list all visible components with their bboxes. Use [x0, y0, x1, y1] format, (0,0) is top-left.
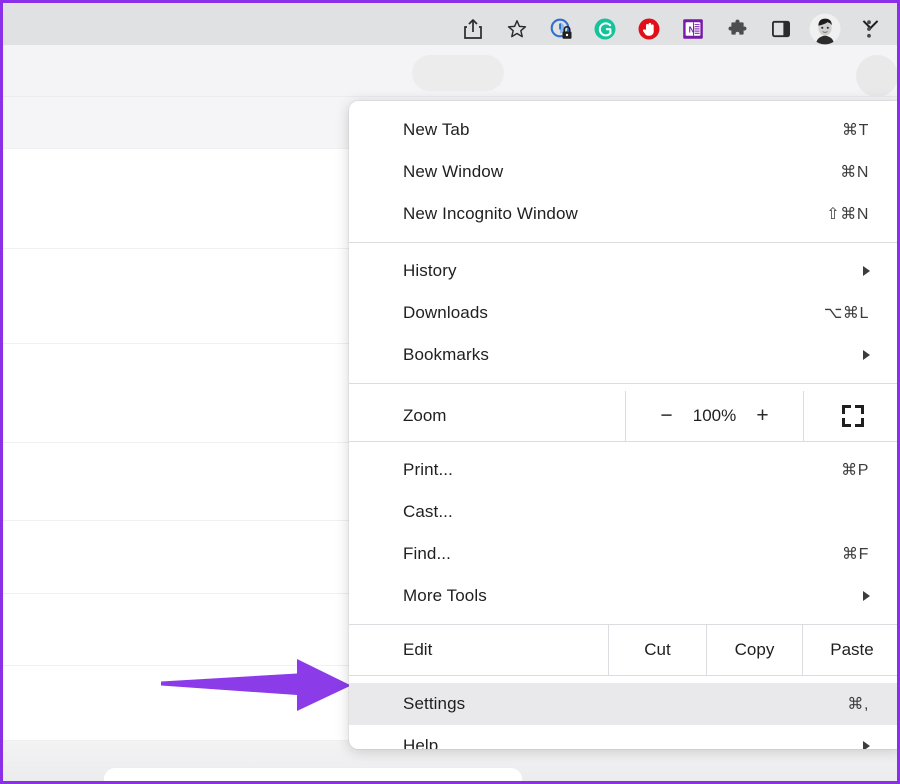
share-icon[interactable]: [451, 7, 495, 51]
edit-label-text: Edit: [403, 640, 432, 660]
three-dot-menu-icon[interactable]: [847, 7, 891, 51]
zoom-in-button[interactable]: +: [746, 404, 780, 428]
fullscreen-icon: [842, 405, 864, 427]
menu-item-print[interactable]: Print... ⌘P: [349, 449, 900, 491]
menu-item-shortcut: ⌘,: [847, 694, 900, 714]
zoom-label: Zoom: [349, 391, 625, 441]
submenu-arrow-icon: [863, 266, 870, 276]
menu-item-label: Cast...: [403, 502, 900, 522]
copy-button[interactable]: Copy: [706, 625, 802, 675]
menu-item-new-window[interactable]: New Window ⌘N: [349, 151, 900, 193]
menu-row-edit: Edit Cut Copy Paste: [349, 625, 900, 675]
menu-item-label: Print...: [403, 460, 841, 480]
chrome-main-menu: New Tab ⌘T New Window ⌘N New Incognito W…: [349, 101, 900, 749]
menu-item-label: New Window: [403, 162, 840, 182]
password-lock-extension-icon[interactable]: [539, 7, 583, 51]
bookmark-star-icon[interactable]: [495, 7, 539, 51]
menu-item-more-tools[interactable]: More Tools: [349, 575, 900, 617]
zoom-out-button[interactable]: −: [650, 404, 684, 428]
extensions-puzzle-icon[interactable]: [715, 7, 759, 51]
menu-item-label: Bookmarks: [403, 345, 863, 365]
three-dot-button-background: [856, 55, 898, 97]
zoom-level-value: 100%: [684, 406, 746, 426]
menu-item-shortcut: ⌥⌘L: [824, 303, 900, 323]
menu-item-new-tab[interactable]: New Tab ⌘T: [349, 109, 900, 151]
onenote-extension-icon[interactable]: N: [671, 7, 715, 51]
zoom-controls: − 100% +: [625, 391, 803, 441]
menu-item-history[interactable]: History: [349, 250, 900, 292]
menu-separator: [349, 383, 900, 384]
submenu-arrow-icon: [863, 591, 870, 601]
menu-item-label: New Tab: [403, 120, 842, 140]
menu-item-label: New Incognito Window: [403, 204, 826, 224]
menu-item-label: Settings: [403, 694, 847, 714]
menu-item-shortcut: ⌘F: [842, 544, 900, 564]
grammarly-extension-icon[interactable]: [583, 7, 627, 51]
zoom-label-text: Zoom: [403, 406, 446, 426]
menu-item-label: More Tools: [403, 586, 863, 606]
menu-item-find[interactable]: Find... ⌘F: [349, 533, 900, 575]
toolbar-icon-group: N: [451, 3, 891, 55]
menu-item-shortcut: ⌘N: [840, 162, 900, 182]
menu-separator: [349, 242, 900, 243]
annotation-arrow: [155, 655, 355, 717]
menu-item-label: Find...: [403, 544, 842, 564]
submenu-arrow-icon: [863, 741, 870, 749]
cut-button[interactable]: Cut: [608, 625, 706, 675]
menu-item-label: History: [403, 261, 863, 281]
menu-item-new-incognito-window[interactable]: New Incognito Window ⇧⌘N: [349, 193, 900, 235]
menu-item-shortcut: ⌘P: [841, 460, 900, 480]
menu-item-label: Downloads: [403, 303, 824, 323]
menu-item-shortcut: ⇧⌘N: [826, 204, 900, 224]
menu-row-zoom: Zoom − 100% +: [349, 391, 900, 441]
paste-button[interactable]: Paste: [802, 625, 900, 675]
menu-item-shortcut: ⌘T: [842, 120, 900, 140]
avatar[interactable]: [803, 7, 847, 51]
menu-item-help[interactable]: Help: [349, 725, 900, 749]
submenu-arrow-icon: [863, 350, 870, 360]
side-panel-icon[interactable]: [759, 7, 803, 51]
toolbar-pill-background: [412, 55, 504, 91]
cut-label: Cut: [644, 640, 670, 660]
bottom-sheet-panel: [103, 767, 523, 784]
menu-item-cast[interactable]: Cast...: [349, 491, 900, 533]
copy-label: Copy: [735, 640, 775, 660]
browser-window: N: [0, 0, 900, 784]
paste-label: Paste: [830, 640, 873, 660]
fullscreen-button[interactable]: [803, 391, 900, 441]
edit-label: Edit: [349, 625, 608, 675]
menu-item-label: Help: [403, 736, 863, 749]
menu-item-settings[interactable]: Settings ⌘,: [349, 683, 900, 725]
menu-item-bookmarks[interactable]: Bookmarks: [349, 334, 900, 376]
adblock-extension-icon[interactable]: [627, 7, 671, 51]
menu-item-downloads[interactable]: Downloads ⌥⌘L: [349, 292, 900, 334]
